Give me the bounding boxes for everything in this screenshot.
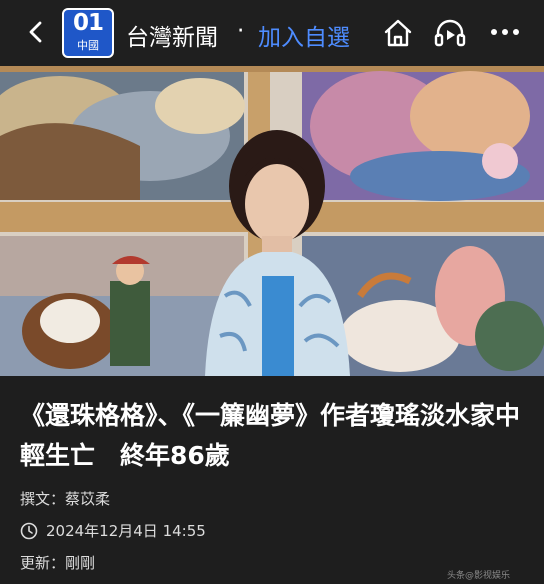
follow-button[interactable]: 加入自選 [258,18,350,52]
watermark: 头条@影视娱乐 [447,571,511,581]
home-icon[interactable] [382,17,414,49]
source-logo[interactable]: 01 中國 [62,8,114,58]
article-updated: 更新：剛剛 [20,554,96,572]
separator-dot: · [237,18,245,44]
article-headline: 《還珠格格》、《一簾幽夢》作者瓊瑤淡水家中輕生亡 終年86歲 [20,401,521,470]
chevron-left-icon[interactable] [22,18,50,46]
article-photo[interactable] [0,66,544,376]
article-author: 撰文：蔡苡柔 [20,490,111,508]
top-bar: 01 中國 台灣新聞 · 加入自選 [0,0,544,66]
more-dots-icon[interactable] [488,20,522,44]
photo-illustration [0,66,544,376]
logo-subtitle: 中國 [77,39,99,52]
article-date: 2024年12月4日 14:55 [46,522,206,540]
source-name[interactable]: 台灣新聞 [126,18,218,52]
clock-icon [20,522,38,540]
logo-mark: 01 [72,10,104,36]
headset-play-icon[interactable] [433,16,467,50]
